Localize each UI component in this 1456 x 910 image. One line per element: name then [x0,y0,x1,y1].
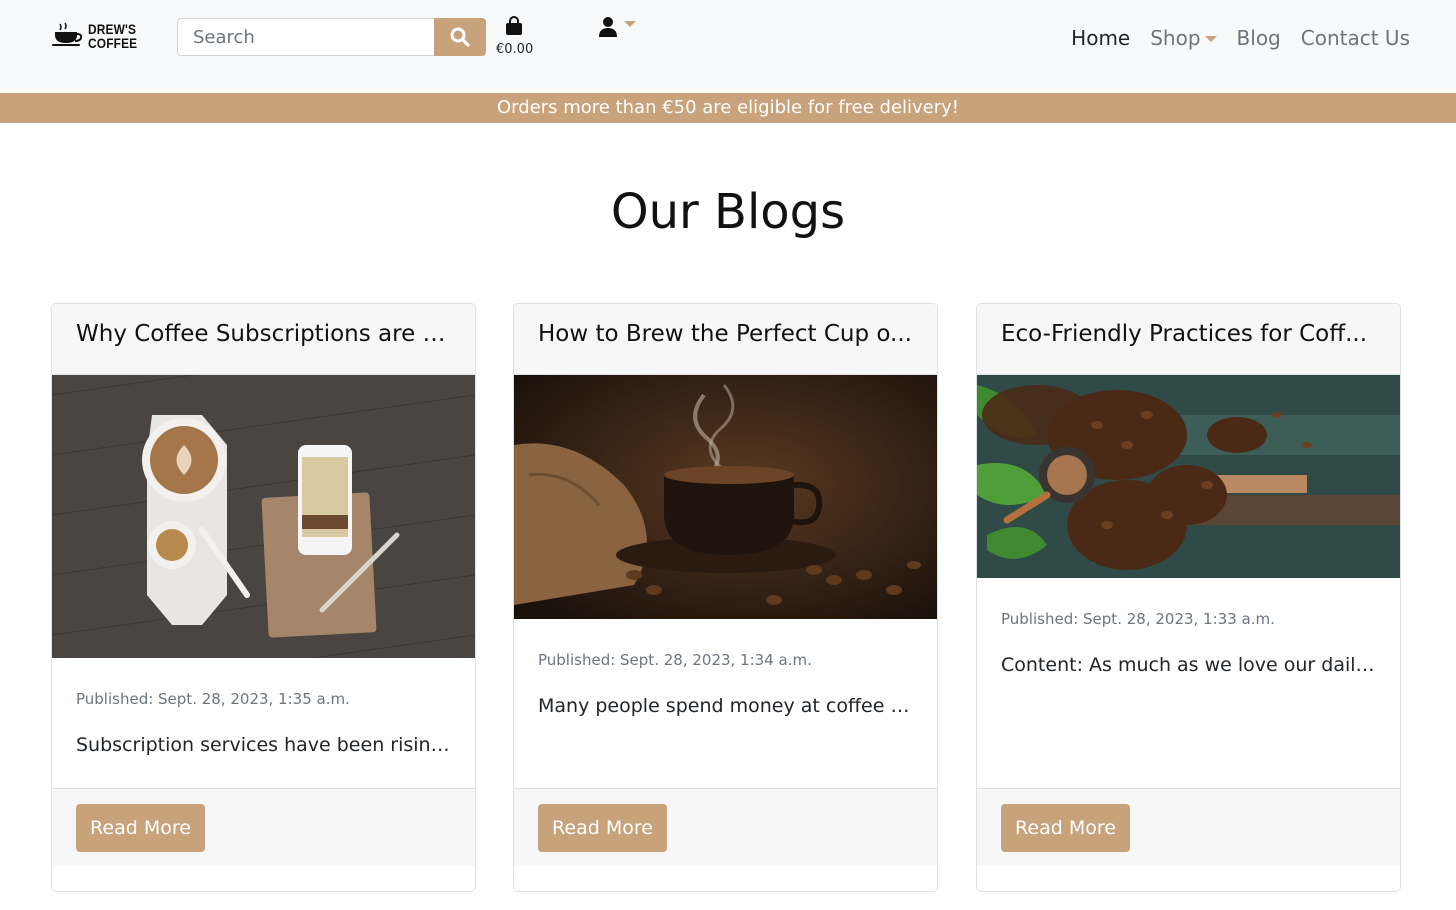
read-more-button[interactable]: Read More [538,804,667,852]
search-icon [450,27,470,47]
blog-card: Why Coffee Subscriptions are t... Publis… [51,303,476,892]
blog-card-footer: Read More [52,788,475,866]
blog-card-image[interactable] [977,375,1400,578]
brand-name: DREW'S COFFEE [88,22,137,50]
blog-card-image[interactable] [52,375,475,658]
chevron-down-icon [1204,35,1217,42]
brand-logo[interactable]: DREW'S COFFEE [52,22,146,50]
blog-card-image[interactable] [514,375,937,619]
account-dropdown[interactable] [598,16,636,38]
blog-card: Eco-Friendly Practices for Coff... Publi… [976,303,1401,892]
nav-contact[interactable]: Contact Us [1301,26,1410,50]
brand-line-1: DREW'S [88,21,137,37]
blog-card-excerpt: Many people spend money at coffee sh... [538,695,913,717]
read-more-button[interactable]: Read More [76,804,205,852]
search-button[interactable] [434,18,486,56]
brand-line-2: COFFEE [88,35,138,51]
blog-card-published: Published: Sept. 28, 2023, 1:33 a.m. [1001,610,1275,628]
blog-card: How to Brew the Perfect Cup o... Publish… [513,303,938,892]
blog-card-title[interactable]: Why Coffee Subscriptions are t... [52,304,475,375]
nav-home[interactable]: Home [1071,26,1130,50]
coffee-cup-icon [52,22,83,46]
main-nav: Home Shop Blog Contact Us [1071,26,1410,50]
blog-card-excerpt: Subscription services have been rising i… [76,734,451,756]
blog-card-footer: Read More [977,788,1400,866]
cart-total: €0.00 [496,42,534,57]
shopping-bag[interactable]: €0.00 [496,16,534,57]
page-title: Our Blogs [610,184,846,240]
blog-card-published: Published: Sept. 28, 2023, 1:34 a.m. [538,651,812,669]
shopping-bag-icon [506,16,522,35]
blog-card-title[interactable]: Eco-Friendly Practices for Coff... [977,304,1400,375]
nav-shop[interactable]: Shop [1150,26,1217,50]
navbar: DREW'S COFFEE €0.00 Home Shop Blog Conta… [0,0,1456,93]
chevron-down-icon [624,21,636,27]
blog-card-excerpt: Content: As much as we love our daily c.… [1001,654,1376,676]
read-more-button[interactable]: Read More [1001,804,1130,852]
user-icon [599,17,617,37]
blog-card-footer: Read More [514,788,937,866]
nav-shop-label: Shop [1150,26,1201,50]
search-form [177,18,486,56]
blog-card-title[interactable]: How to Brew the Perfect Cup o... [514,304,937,375]
delivery-banner: Orders more than €50 are eligible for fr… [0,93,1456,123]
nav-blog[interactable]: Blog [1237,26,1281,50]
blog-card-published: Published: Sept. 28, 2023, 1:35 a.m. [76,690,350,708]
search-input[interactable] [177,18,435,56]
